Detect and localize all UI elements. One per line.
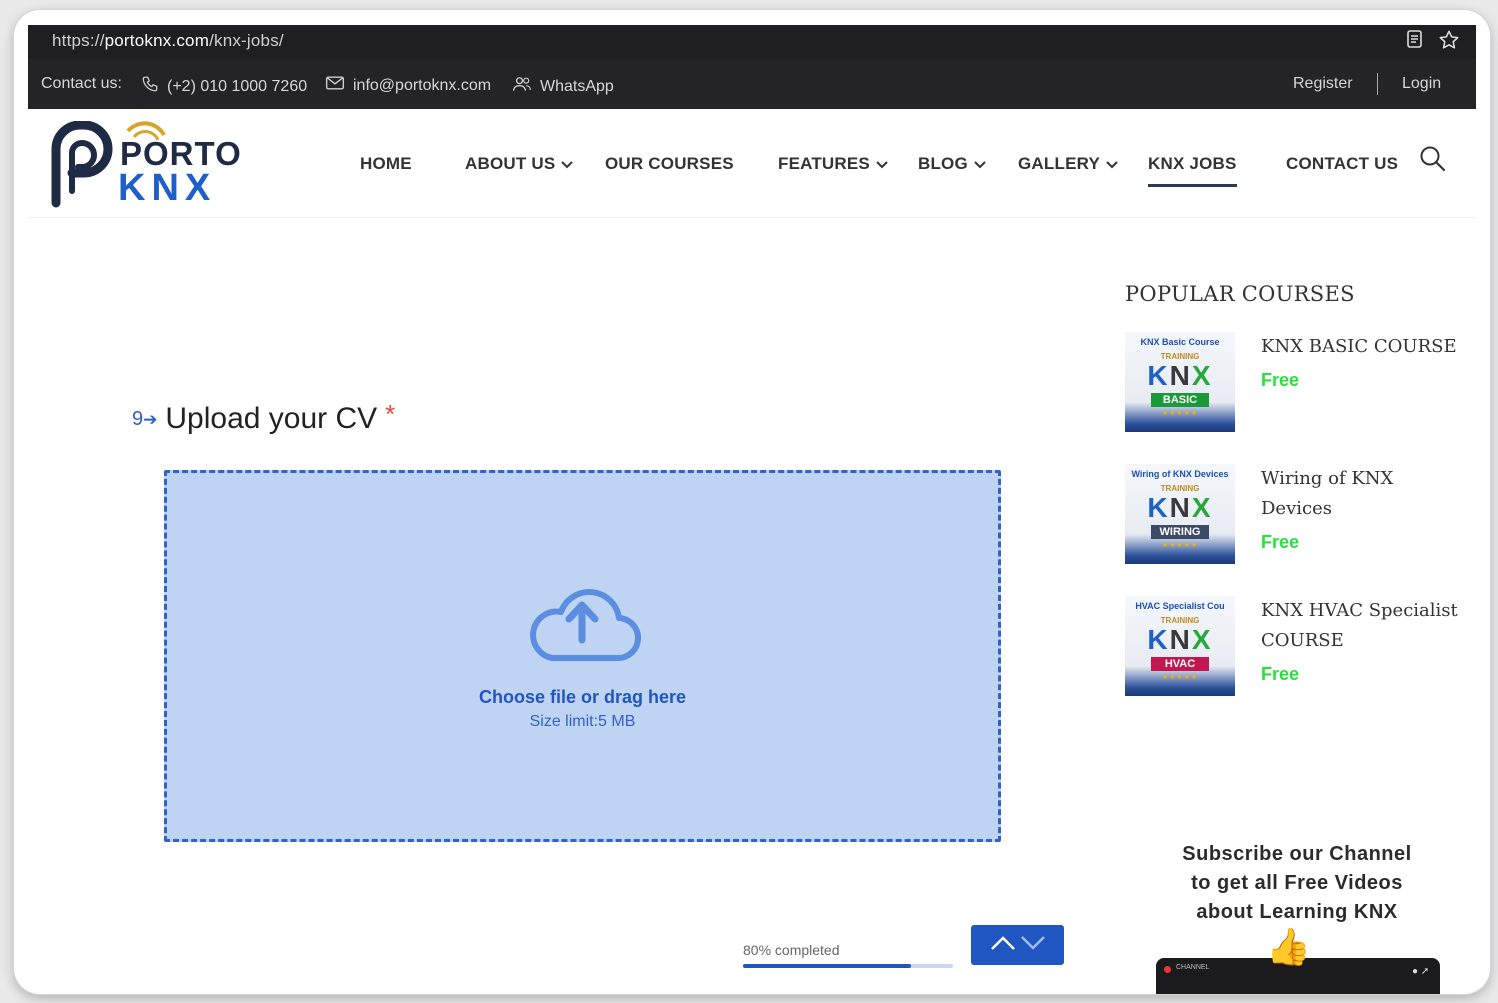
nav-features[interactable]: FEATURES: [778, 154, 888, 174]
thumb-stars: ★★★★★: [1161, 410, 1199, 417]
chevron-down-icon: [974, 154, 986, 174]
cloud-upload-icon: [522, 578, 642, 673]
nav-blog[interactable]: BLOG: [918, 154, 986, 174]
course-price: Free: [1261, 664, 1300, 684]
bookmark-star-icon[interactable]: [1438, 29, 1460, 56]
contact-label: Contact us:: [41, 75, 122, 92]
main-navigation: PORTO KNX HOME ABOUT US OUR COURSES FEAT…: [28, 109, 1476, 218]
progress-track: [743, 964, 953, 968]
course-name[interactable]: KNX HVAC Specialist COURSE: [1261, 596, 1461, 656]
thumbs-up-icon: 👍: [1266, 926, 1311, 967]
question-number: 9➔: [132, 407, 158, 430]
chevron-up-icon[interactable]: [990, 935, 1016, 956]
chevron-down-icon[interactable]: [1020, 935, 1046, 956]
chevron-down-icon: [876, 154, 888, 174]
share-icon: ● ➚: [1412, 966, 1430, 977]
whatsapp-link[interactable]: WhatsApp: [512, 75, 614, 98]
thumb-stars: ★★★★★: [1161, 542, 1199, 549]
chevron-down-icon: [1106, 154, 1118, 174]
popular-courses-heading: POPULAR COURSES: [1125, 282, 1355, 306]
course-thumbnail[interactable]: HVAC Specialist Cou TRAINING KNX HVAC ★★…: [1125, 596, 1235, 696]
chevron-down-icon: [561, 154, 574, 174]
thumb-caption: KNX Basic Course: [1140, 337, 1220, 347]
thumb-tag: BASIC: [1151, 393, 1209, 407]
form-progress: 80% completed: [743, 942, 953, 968]
users-icon: [512, 75, 532, 98]
nav-home[interactable]: HOME: [360, 154, 412, 174]
nav-knx-jobs[interactable]: KNX JOBS: [1148, 154, 1237, 187]
thumb-tag: HVAC: [1151, 657, 1209, 671]
nav-gallery[interactable]: GALLERY: [1018, 154, 1118, 174]
thumb-stars: ★★★★★: [1161, 674, 1199, 681]
progress-fill: [743, 964, 911, 968]
browser-frame: https://portoknx.com/knx-jobs/ Contact u…: [14, 10, 1490, 994]
question-label: 9➔ Upload your CV *: [132, 398, 396, 436]
question-nav-buttons: [971, 925, 1064, 965]
url-text[interactable]: https://portoknx.com/knx-jobs/: [52, 31, 284, 51]
live-dot-icon: [1164, 966, 1171, 973]
logo-word-knx: KNX: [118, 167, 217, 209]
course-name[interactable]: Wiring of KNX Devices: [1261, 464, 1461, 524]
thumb-knx: KNX: [1147, 624, 1213, 655]
dropzone-title[interactable]: Choose file or drag here: [167, 687, 998, 708]
nav-our-courses[interactable]: OUR COURSES: [605, 154, 734, 174]
phone-icon: [141, 75, 159, 98]
course-price: Free: [1261, 370, 1300, 390]
subscribe-text: Subscribe our Channel to get all Free Vi…: [1182, 843, 1412, 923]
search-icon[interactable]: [1419, 145, 1447, 178]
progress-text: 80% completed: [743, 942, 840, 958]
thumb-knx: KNX: [1147, 360, 1213, 391]
yt-channel-label: CHANNEL: [1176, 964, 1210, 971]
course-name[interactable]: KNX BASIC COURSE: [1261, 332, 1461, 362]
course-price: Free: [1261, 532, 1300, 552]
subscribe-banner[interactable]: Subscribe our Channel to get all Free Vi…: [1142, 830, 1452, 994]
dropzone-size-limit: Size limit:5 MB: [529, 713, 636, 730]
email-link[interactable]: info@portoknx.com: [325, 75, 491, 96]
thumb-tag: WIRING: [1151, 525, 1209, 539]
site-logo[interactable]: PORTO KNX: [46, 120, 246, 211]
nav-about-us[interactable]: ABOUT US: [465, 154, 574, 174]
divider: [1377, 73, 1378, 95]
nav-contact-us[interactable]: CONTACT US: [1286, 154, 1398, 174]
course-thumbnail[interactable]: KNX Basic Course TRAINING KNX BASIC ★★★★…: [1125, 332, 1235, 432]
login-link[interactable]: Login: [1402, 75, 1441, 93]
thumb-caption: HVAC Specialist Cou: [1135, 601, 1225, 611]
thumb-knx: KNX: [1147, 492, 1213, 523]
mail-icon: [325, 75, 345, 96]
contact-topbar: Contact us: (+2) 010 1000 7260 info@port…: [28, 59, 1476, 109]
cv-upload-dropzone[interactable]: Choose file or drag here Size limit:5 MB: [164, 470, 1001, 842]
thumb-caption: Wiring of KNX Devices: [1131, 469, 1229, 479]
required-asterisk: *: [385, 398, 396, 429]
phone-link[interactable]: (+2) 010 1000 7260: [141, 75, 307, 98]
register-link[interactable]: Register: [1293, 75, 1353, 93]
question-title: Upload your CV: [165, 402, 378, 435]
address-bar[interactable]: https://portoknx.com/knx-jobs/: [28, 25, 1476, 59]
course-thumbnail[interactable]: Wiring of KNX Devices TRAINING KNX WIRIN…: [1125, 464, 1235, 564]
reader-icon[interactable]: [1406, 29, 1424, 56]
